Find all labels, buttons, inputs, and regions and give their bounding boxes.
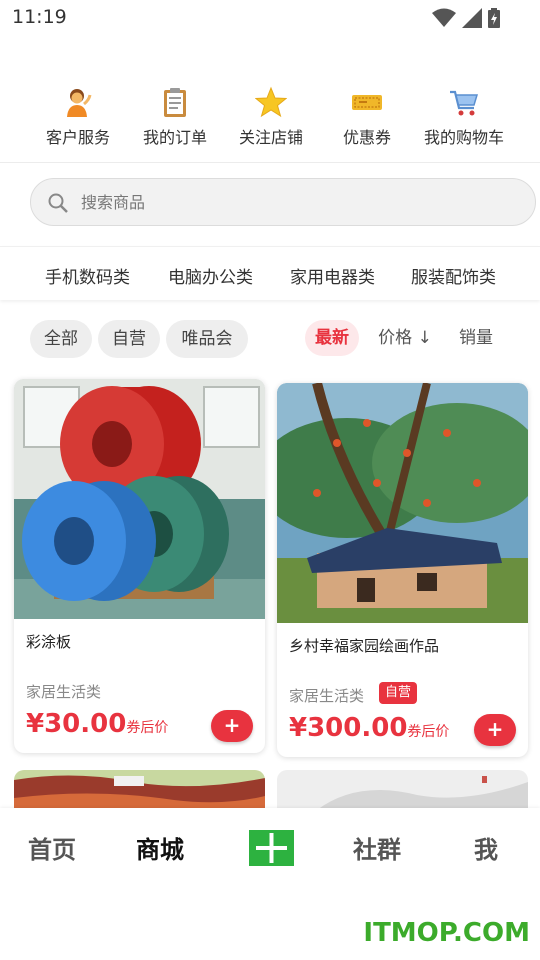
- search-input[interactable]: [81, 187, 501, 217]
- clipboard-icon: [164, 88, 186, 117]
- price-note: 券后价: [407, 724, 450, 740]
- nav-me[interactable]: 我: [474, 830, 498, 865]
- steel-coils-image: [14, 379, 265, 619]
- filter-chip-vipshop[interactable]: 唯品会: [166, 320, 248, 358]
- status-bar: 11:19: [0, 0, 540, 36]
- search-icon: [48, 193, 68, 213]
- filter-chip-all[interactable]: 全部: [30, 320, 92, 358]
- category-tabs: 手机数码类 电脑办公类 家用电器类 服装配饰类: [0, 246, 540, 300]
- system-icons: [432, 8, 500, 28]
- followed-shops-label: 关注店铺: [238, 128, 303, 147]
- category-tab-mobile-digital[interactable]: 手机数码类: [45, 263, 130, 288]
- category-tab-apparel[interactable]: 服装配饰类: [411, 263, 496, 288]
- price-value: ¥30.00: [26, 709, 127, 739]
- price-value: ¥300.00: [289, 713, 408, 743]
- followed-shops-button[interactable]: 关注店铺: [221, 86, 321, 148]
- product-card[interactable]: 彩涂板 家居生活类 ¥30.00券后价 +: [14, 379, 265, 753]
- self-operated-badge: 自营: [379, 682, 418, 704]
- bottom-navigation: 首页 商城 社群 我 ITMOP.COM: [0, 808, 540, 960]
- search-bar[interactable]: [30, 178, 536, 226]
- star-icon: [255, 86, 287, 118]
- product-image[interactable]: [277, 383, 528, 623]
- category-tab-home-appliances[interactable]: 家用电器类: [290, 263, 375, 288]
- category-tab-computer-office[interactable]: 电脑办公类: [168, 263, 253, 288]
- nav-community[interactable]: 社群: [353, 830, 401, 865]
- my-orders-button[interactable]: 我的订单: [125, 86, 225, 148]
- status-time: 11:19: [12, 6, 67, 28]
- coupons-label: 优惠券: [342, 128, 391, 147]
- add-post-button[interactable]: [249, 830, 294, 866]
- price-note: 券后价: [126, 720, 169, 736]
- village-painting-image: [277, 383, 528, 623]
- ink-painting-image: [277, 770, 528, 810]
- coupon-icon: [352, 95, 382, 110]
- sort-newest[interactable]: 最新: [305, 320, 359, 356]
- product-card[interactable]: 乡村幸福家园绘画作品 家居生活类 自营 ¥300.00券后价 +: [277, 383, 528, 757]
- quick-actions: 客户服务 我的订单 关注店铺 优惠券 我的购物车: [0, 86, 540, 154]
- nav-home[interactable]: 首页: [28, 830, 76, 865]
- nav-mall[interactable]: 商城: [136, 830, 184, 865]
- product-card-peek[interactable]: [277, 770, 528, 810]
- product-title[interactable]: 彩涂板: [26, 631, 71, 652]
- product-price: ¥30.00券后价: [26, 709, 168, 739]
- coupons-button[interactable]: 优惠券: [317, 86, 417, 148]
- divider: [0, 162, 540, 163]
- signal-icon: [462, 8, 482, 28]
- battery-icon: [488, 8, 500, 28]
- cart-icon: [450, 90, 479, 116]
- product-title[interactable]: 乡村幸福家园绘画作品: [289, 635, 439, 656]
- shopping-cart-button[interactable]: 我的购物车: [414, 86, 514, 148]
- product-category: 家居生活类: [289, 687, 365, 705]
- add-to-cart-button[interactable]: +: [474, 714, 516, 746]
- customer-service-label: 客户服务: [45, 128, 110, 147]
- product-category: 家居生活类: [26, 683, 102, 701]
- shopping-cart-label: 我的购物车: [423, 128, 504, 147]
- my-orders-label: 我的订单: [142, 128, 207, 147]
- sort-price[interactable]: 价格 ↓: [372, 320, 438, 356]
- sort-sales[interactable]: 销量: [452, 320, 500, 356]
- watermark: ITMOP.COM: [363, 918, 530, 948]
- customer-service-button[interactable]: 客户服务: [28, 86, 128, 148]
- product-card-peek[interactable]: [14, 770, 265, 810]
- customer-service-icon: [67, 89, 92, 117]
- plus-icon: [256, 833, 287, 863]
- add-to-cart-button[interactable]: +: [211, 710, 253, 742]
- landscape-painting-image: [14, 770, 265, 810]
- wifi-icon: [432, 8, 456, 27]
- filter-chip-self-operated[interactable]: 自营: [98, 320, 160, 358]
- product-image[interactable]: [14, 379, 265, 619]
- product-price: ¥300.00券后价: [289, 713, 449, 743]
